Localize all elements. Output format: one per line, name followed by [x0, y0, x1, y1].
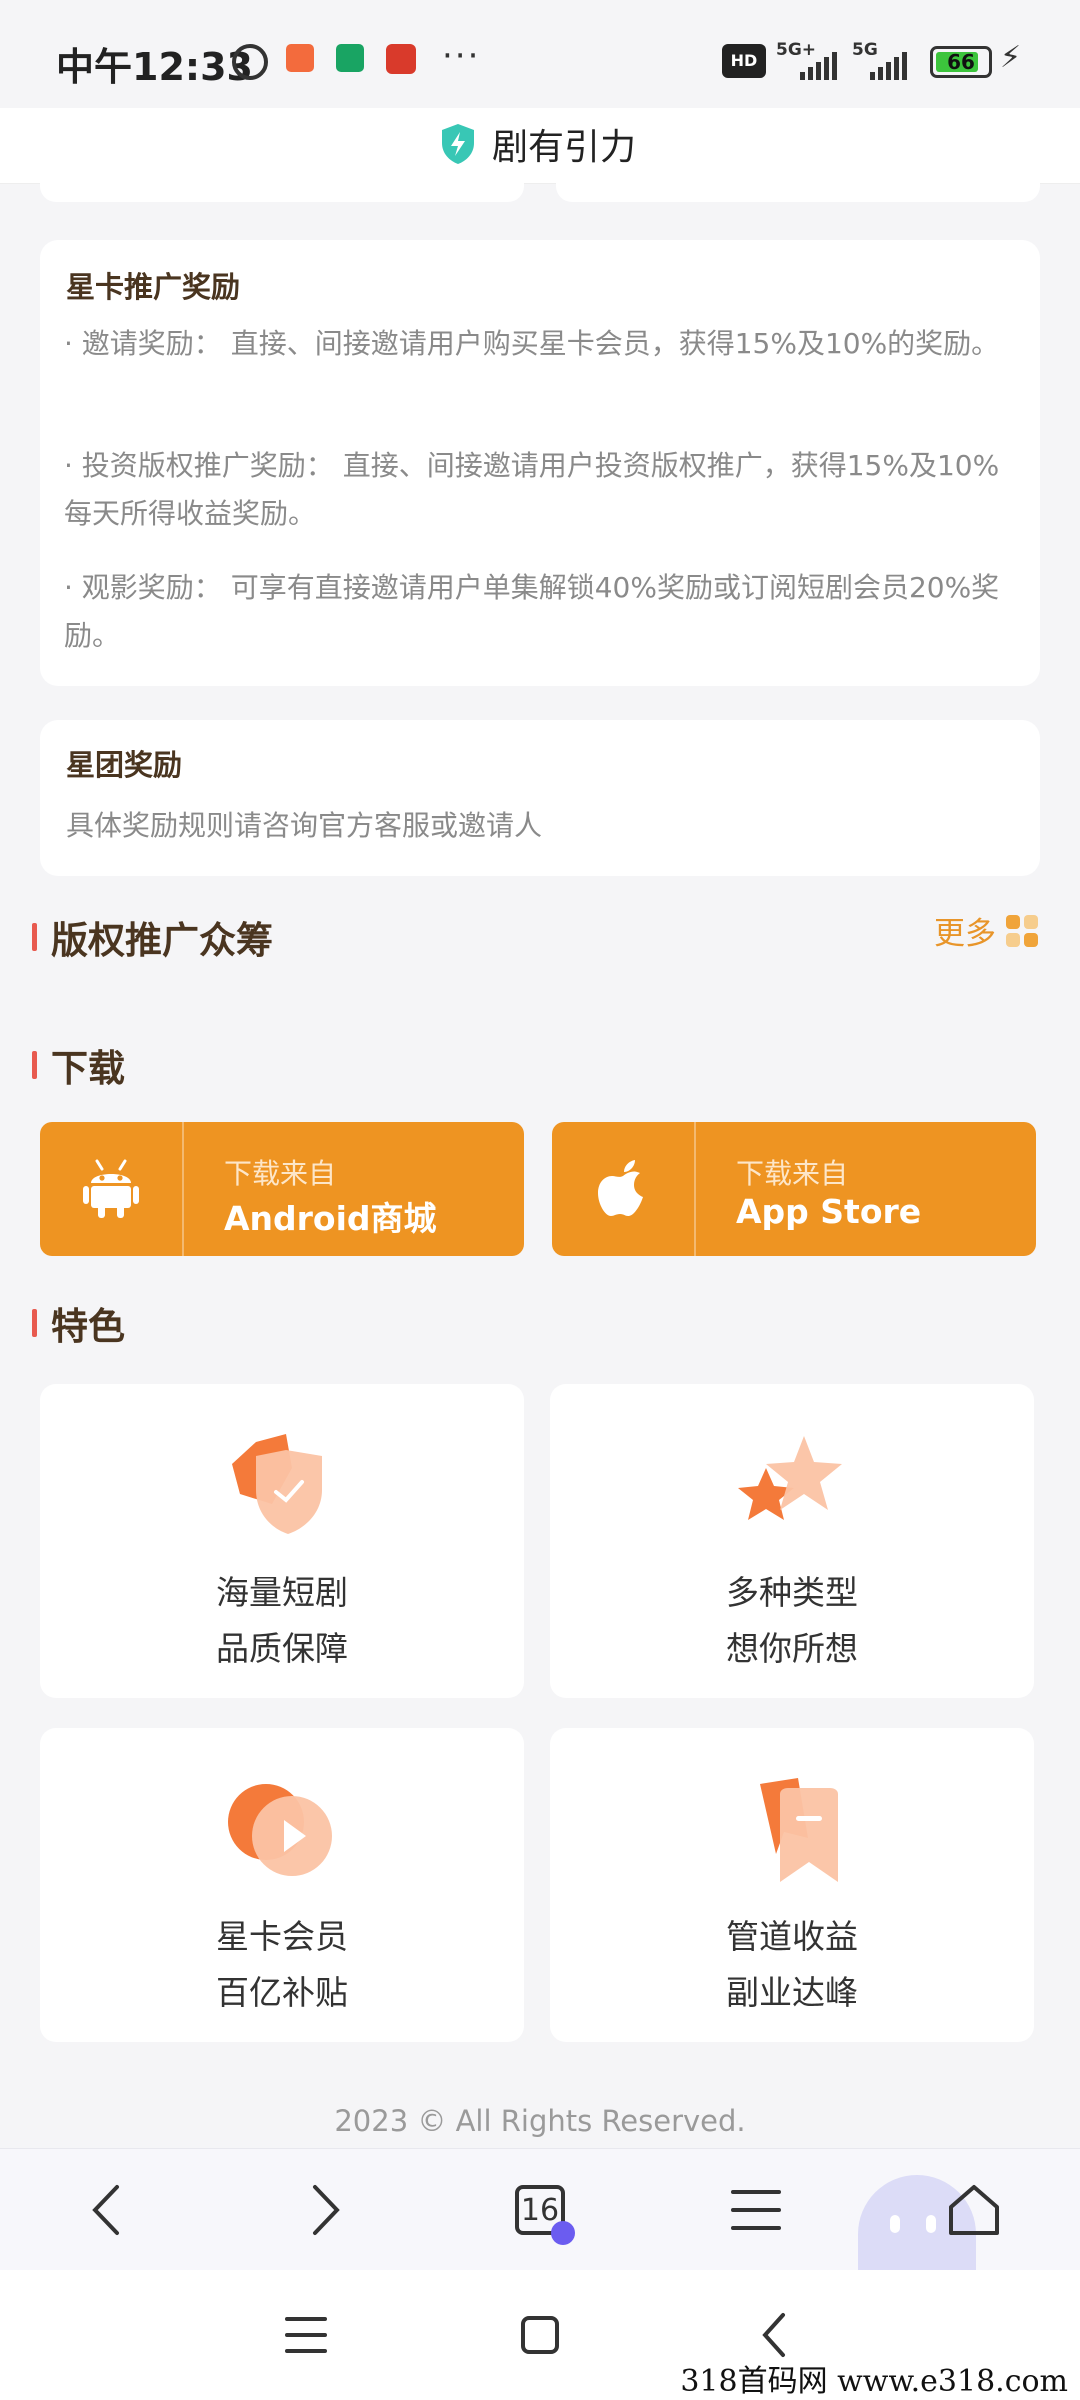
- copyright-text: 2023 © All Rights Reserved.: [334, 2104, 746, 2138]
- shopping-app-icon: [386, 44, 416, 74]
- section-accent-bar: [32, 923, 37, 951]
- recents-icon: [285, 2317, 327, 2353]
- page-title: 剧有引力: [492, 127, 637, 168]
- download-app-icon: [336, 44, 364, 72]
- app-notification-icon: [286, 44, 314, 72]
- apple-icon: [598, 1160, 643, 1216]
- status-time: 中午12:33: [56, 45, 253, 89]
- recents-button[interactable]: [246, 2290, 366, 2380]
- feature-line-2: 副业达峰: [726, 1973, 858, 2012]
- grid-icon: [1006, 914, 1038, 947]
- reward-item-invite: · 邀请奖励： 直接、间接邀请用户购买星卡会员，获得15%及10%的奖励。: [64, 327, 1000, 360]
- alarm-icon: [232, 44, 268, 80]
- download-android-button[interactable]: 下载来自 Android商城: [40, 1122, 524, 1256]
- back-nav-icon: [762, 2313, 785, 2357]
- feature-card-types: 多种类型 想你所想: [550, 1384, 1034, 1698]
- feature-line-1: 多种类型: [726, 1573, 858, 1612]
- android-download-label: Android商城: [224, 1199, 437, 1238]
- signal-icon-2: [870, 50, 907, 80]
- bookmark-icon: [760, 1778, 838, 1882]
- menu-button[interactable]: [696, 2149, 816, 2271]
- crowdfunding-section-header: 版权推广众筹: [32, 910, 273, 964]
- battery-level: 66: [947, 50, 975, 74]
- feature-line-2: 百亿补贴: [216, 1973, 348, 2012]
- feature-line-2: 想你所想: [726, 1629, 858, 1668]
- shield-check-icon: [232, 1434, 322, 1534]
- feature-line-1: 海量短剧: [216, 1573, 348, 1612]
- section-accent-bar: [32, 1309, 37, 1337]
- hd-voice-icon: HD: [722, 44, 766, 78]
- features-section-header: 特色: [32, 1296, 125, 1350]
- android-icon: [83, 1159, 139, 1218]
- crowdfunding-title: 版权推广众筹: [51, 919, 273, 962]
- feature-card-content: 海量短剧 品质保障: [40, 1384, 524, 1698]
- star-group-reward-text: 具体奖励规则请咨询官方客服或邀请人: [66, 809, 543, 842]
- tabs-icon: 16: [515, 2185, 575, 2245]
- browser-toolbar: 16: [0, 2148, 1080, 2271]
- charging-icon: ⚡: [1000, 40, 1022, 75]
- feature-card-membership: 星卡会员 百亿补贴: [40, 1728, 524, 2042]
- signal-icon-1: [800, 50, 837, 80]
- home-square-icon: [521, 2316, 559, 2354]
- back-icon: [92, 2185, 119, 2235]
- reward-item-investment: · 投资版权推广奖励： 直接、间接邀请用户投资版权推广，获得15%及10%每天所…: [64, 449, 1000, 530]
- more-notifications-icon: ···: [442, 36, 481, 76]
- more-label: 更多: [934, 916, 996, 952]
- feature-line-2: 品质保障: [216, 1629, 348, 1668]
- forward-button[interactable]: [266, 2149, 386, 2271]
- appstore-download-label: App Store: [736, 1192, 922, 1231]
- star-card-reward-card: 星卡推广奖励 · 邀请奖励： 直接、间接邀请用户购买星卡会员，获得15%及10%…: [40, 240, 1040, 686]
- battery-icon: 66: [930, 46, 992, 78]
- app-header: 剧有引力: [0, 108, 1080, 184]
- feature-line-1: 星卡会员: [216, 1917, 348, 1956]
- shield-bolt-icon: [442, 124, 474, 164]
- forward-icon: [313, 2185, 340, 2235]
- menu-icon: [731, 2190, 781, 2230]
- appstore-download-subtitle: 下载来自: [736, 1157, 849, 1190]
- stars-icon: [738, 1436, 842, 1520]
- feature-card-income: 管道收益 副业达峰: [550, 1728, 1034, 2042]
- home-icon: [949, 2185, 999, 2235]
- reward-item-viewing: · 观影奖励： 可享有直接邀请用户单集解锁40%奖励或订阅短剧会员20%奖励。: [64, 571, 1000, 652]
- star-group-reward-title: 星团奖励: [66, 748, 183, 782]
- watermark-text: 318首码网 www.e318.com: [680, 2364, 1068, 2399]
- cut-off-card-right: [556, 178, 1040, 202]
- section-accent-bar: [32, 1051, 37, 1079]
- download-section-header: 下载: [32, 1038, 125, 1092]
- feature-line-1: 管道收益: [726, 1917, 858, 1956]
- more-button[interactable]: 更多: [934, 908, 1038, 953]
- features-title: 特色: [51, 1305, 125, 1348]
- back-button[interactable]: [46, 2149, 166, 2271]
- star-card-reward-title: 星卡推广奖励: [66, 270, 241, 304]
- cut-off-card-left: [40, 178, 524, 202]
- system-home-button[interactable]: [480, 2290, 600, 2380]
- star-group-reward-card: 星团奖励 具体奖励规则请咨询官方客服或邀请人: [40, 720, 1040, 876]
- tab-count: 16: [520, 2192, 560, 2228]
- ghost-badge-icon: [551, 2221, 575, 2245]
- home-button[interactable]: [914, 2149, 1034, 2271]
- download-title: 下载: [51, 1047, 125, 1090]
- play-icon: [228, 1784, 332, 1876]
- status-bar: 中午12:33 ··· HD 5G+ 5G 66 ⚡: [0, 0, 1080, 120]
- android-download-subtitle: 下载来自: [224, 1157, 337, 1190]
- tabs-button[interactable]: 16: [480, 2149, 600, 2271]
- download-appstore-button[interactable]: 下载来自 App Store: [552, 1122, 1036, 1256]
